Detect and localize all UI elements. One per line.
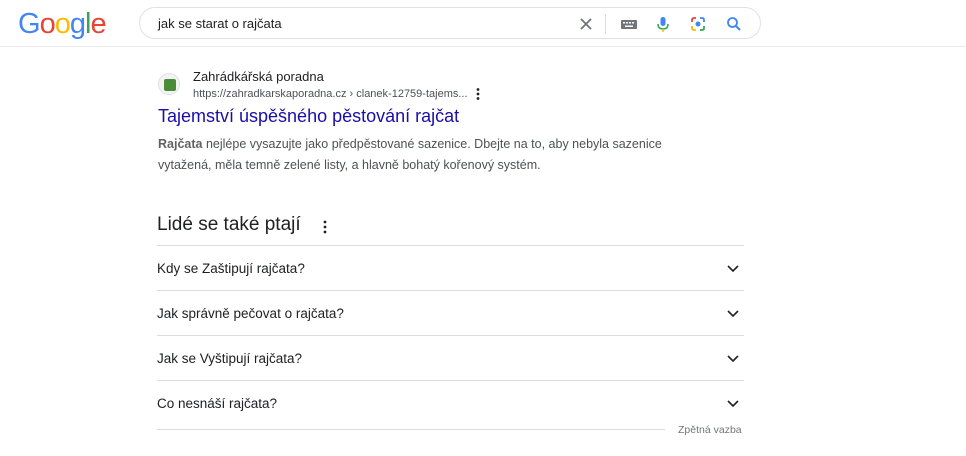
search-box[interactable]: jak se starat o rajčata <box>139 7 761 39</box>
logo-letter: o <box>39 8 56 40</box>
snippet-text: nejlépe vysazujte jako předpěstované saz… <box>158 137 662 172</box>
search-input[interactable]: jak se starat o rajčata <box>158 16 282 31</box>
logo-letter: o <box>54 8 71 40</box>
more-options-icon[interactable] <box>474 87 482 101</box>
question-item[interactable]: Jak správně pečovat o rajčata? <box>157 290 744 335</box>
chevron-down-icon[interactable] <box>726 351 740 365</box>
header: Google jak se starat o rajčata <box>0 0 966 47</box>
google-lens-icon[interactable] <box>689 15 707 33</box>
chevron-down-icon[interactable] <box>726 261 740 275</box>
chevron-down-icon[interactable] <box>726 306 740 320</box>
site-favicon[interactable] <box>158 73 180 95</box>
site-name[interactable]: Zahrádkářská poradna <box>193 69 324 84</box>
keyboard-icon[interactable] <box>620 15 638 33</box>
site-url[interactable]: https://zahradkarskaporadna.cz › clanek-… <box>193 88 468 100</box>
people-also-ask-list: Kdy se Zaštipují rajčata? Jak správně pe… <box>157 245 744 425</box>
divider <box>157 429 665 430</box>
people-also-ask-heading: Lidé se také ptají <box>157 214 301 235</box>
question-item[interactable]: Jak se Vyštipují rajčata? <box>157 335 744 380</box>
close-icon[interactable] <box>577 15 595 33</box>
question-text: Jak správně pečovat o rajčata? <box>157 306 344 321</box>
more-options-icon[interactable] <box>321 219 329 235</box>
feedback-link[interactable]: Zpětná vazba <box>678 424 742 436</box>
search-divider <box>605 14 606 34</box>
question-item[interactable]: Co nesnáší rajčata? <box>157 380 744 425</box>
question-item[interactable]: Kdy se Zaštipují rajčata? <box>157 245 744 290</box>
microphone-icon[interactable] <box>654 15 672 33</box>
chevron-down-icon[interactable] <box>726 396 740 410</box>
google-logo[interactable]: Google <box>18 8 107 40</box>
search-icon[interactable] <box>725 15 743 33</box>
result-snippet: Rajčata nejlépe vysazujte jako předpěsto… <box>158 134 698 176</box>
question-text: Jak se Vyštipují rajčata? <box>157 351 303 366</box>
question-text: Co nesnáší rajčata? <box>157 396 278 411</box>
logo-letter: e <box>90 8 106 40</box>
result-title-link[interactable]: Tajemství úspěšného pěstování rajčat <box>158 106 459 127</box>
logo-letter: G <box>18 8 41 40</box>
logo-letter: g <box>69 8 86 40</box>
question-text: Kdy se Zaštipují rajčata? <box>157 261 305 276</box>
snippet-bold: Rajčata <box>158 137 203 151</box>
